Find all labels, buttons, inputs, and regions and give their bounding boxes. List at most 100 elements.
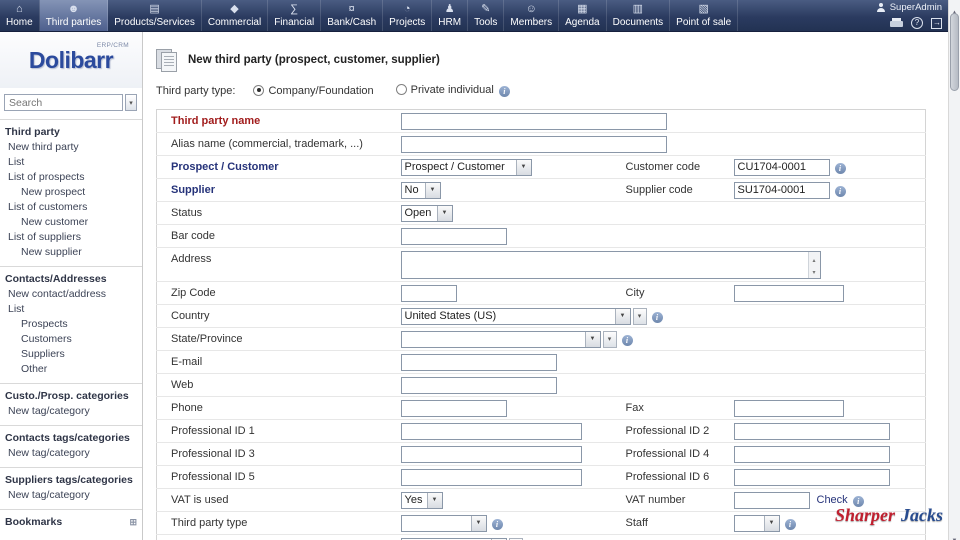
prof-id4-input[interactable] — [733, 445, 890, 463]
menu-header-bookmarks[interactable]: Bookmarks ⊞ — [0, 514, 142, 530]
sidebar-item-list-of-suppliers[interactable]: List of suppliers — [0, 230, 142, 245]
third-party-type-field-label: Third party type — [171, 517, 248, 529]
sidebar-item-new-supplier[interactable]: New supplier — [0, 245, 142, 260]
prof-id2-input[interactable] — [733, 422, 890, 440]
staff-select[interactable] — [733, 514, 780, 532]
info-icon[interactable] — [651, 311, 663, 323]
state-province-select[interactable] — [400, 330, 601, 348]
prof-id6-input[interactable] — [733, 468, 890, 486]
search-input[interactable] — [4, 94, 123, 111]
web-input[interactable] — [400, 376, 557, 394]
menu-header-contacts-addresses[interactable]: Contacts/Addresses — [0, 271, 142, 287]
third-party-type-select[interactable] — [400, 514, 487, 532]
sidebar-item-new-tag-category[interactable]: New tag/category — [0, 404, 142, 419]
tab-bank-cash[interactable]: ¤ Bank/Cash — [321, 0, 384, 31]
radio-button-checked[interactable] — [253, 84, 265, 96]
row-prof-id-5-6: Professional ID 5 Professional ID 6 — [156, 465, 926, 489]
sidebar-item-customers[interactable]: Customers — [0, 332, 142, 347]
sidebar-item-new-contact-address[interactable]: New contact/address — [0, 287, 142, 302]
menu-header-label: Contacts/Addresses — [5, 273, 107, 285]
chevron-down-icon — [426, 492, 442, 508]
tab-hrm[interactable]: ♟ HRM — [432, 0, 469, 31]
bookmarks-add-icon[interactable]: ⊞ — [129, 517, 137, 528]
tab-third-parties[interactable]: ☻ Third parties — [39, 0, 109, 31]
country-select[interactable]: United States (US) — [400, 307, 631, 325]
info-icon[interactable] — [784, 518, 796, 530]
tab-tools[interactable]: ✎ Tools — [468, 0, 505, 31]
address-textarea[interactable] — [400, 250, 821, 279]
textarea-scrollbar[interactable] — [807, 251, 820, 278]
bar-code-input[interactable] — [400, 227, 507, 245]
info-icon[interactable] — [621, 334, 633, 346]
sidebar-item-new-customer[interactable]: New customer — [0, 215, 142, 230]
sidebar-item-new-prospect[interactable]: New prospect — [0, 185, 142, 200]
sidebar-item-new-tag-category[interactable]: New tag/category — [0, 446, 142, 461]
scrollbar-down-icon[interactable] — [949, 529, 960, 539]
tab-products-services[interactable]: ▤ Products/Services — [108, 0, 202, 31]
state-combo-button[interactable] — [602, 330, 617, 348]
city-label: City — [625, 287, 645, 299]
tab-agenda[interactable]: ▦ Agenda — [559, 0, 607, 31]
supplier-select[interactable]: No — [400, 181, 441, 199]
row-third-party-type: Third party type Staff — [156, 511, 926, 535]
sidebar-item-list-of-prospects[interactable]: List of prospects — [0, 170, 142, 185]
menu-header-suppliers-tags-categories[interactable]: Suppliers tags/categories — [0, 472, 142, 488]
email-input[interactable] — [400, 353, 557, 371]
prof-id5-input[interactable] — [400, 468, 582, 486]
tab-financial[interactable]: ∑ Financial — [268, 0, 322, 31]
menu-header-contacts-tags-categories[interactable]: Contacts tags/categories — [0, 430, 142, 446]
sidebar-item-new-tag-category[interactable]: New tag/category — [0, 488, 142, 503]
zip-code-input[interactable] — [400, 284, 457, 302]
info-icon[interactable] — [498, 86, 510, 97]
vat-is-used-select[interactable]: Yes — [400, 491, 443, 509]
info-icon[interactable] — [834, 185, 846, 197]
tab-point-of-sale[interactable]: ▧ Point of sale — [670, 0, 739, 31]
sidebar-item-list[interactable]: List — [0, 155, 142, 170]
print-icon[interactable] — [890, 18, 903, 28]
vat-number-input[interactable] — [733, 491, 810, 509]
tab-home[interactable]: ⌂ Home — [0, 0, 40, 31]
fax-input[interactable] — [733, 399, 844, 417]
info-icon[interactable] — [834, 162, 846, 174]
alias-name-input[interactable] — [400, 135, 667, 153]
tab-commercial[interactable]: ◆ Commercial — [202, 0, 269, 31]
tab-members[interactable]: ☺ Members — [504, 0, 560, 31]
radio-button[interactable] — [395, 84, 407, 95]
supplier-code-input[interactable] — [733, 181, 830, 199]
tab-projects[interactable]: ◔ Projects — [383, 0, 433, 31]
radio-private-individual[interactable]: Private individual — [395, 84, 510, 97]
phone-input[interactable] — [400, 399, 507, 417]
tab-documents[interactable]: ▥ Documents — [607, 0, 671, 31]
logout-icon[interactable] — [931, 17, 942, 29]
scrollbar-up-icon[interactable] — [949, 1, 960, 11]
row-state: State/Province — [156, 327, 926, 351]
info-icon[interactable] — [491, 518, 503, 530]
sidebar-item-prospects[interactable]: Prospects — [0, 317, 142, 332]
country-combo-button[interactable] — [632, 307, 647, 325]
logged-user[interactable]: SuperAdmin — [877, 2, 942, 13]
status-select[interactable]: Open — [400, 204, 453, 222]
sidebar-item-list[interactable]: List — [0, 302, 142, 317]
chevron-down-icon — [584, 331, 600, 347]
city-input[interactable] — [733, 284, 844, 302]
menu-header-custo-prosp-categories[interactable]: Custo./Prosp. categories — [0, 388, 142, 404]
menu-header-third-party[interactable]: Third party — [0, 124, 142, 140]
help-icon[interactable] — [911, 17, 923, 29]
search-dropdown-button[interactable] — [125, 94, 137, 111]
prof-id1-input[interactable] — [400, 422, 582, 440]
third-party-name-input[interactable] — [400, 112, 667, 130]
prof-id3-input[interactable] — [400, 445, 582, 463]
prof-id2-label: Professional ID 2 — [625, 425, 710, 437]
sidebar-item-other[interactable]: Other — [0, 362, 142, 377]
sidebar-item-suppliers[interactable]: Suppliers — [0, 347, 142, 362]
customer-code-input[interactable] — [733, 158, 830, 176]
products-services-icon: ▤ — [149, 3, 160, 15]
prospect-customer-select[interactable]: Prospect / Customer — [400, 158, 532, 176]
radio-company-foundation[interactable]: Company/Foundation — [253, 84, 374, 97]
sidebar-item-list-of-customers[interactable]: List of customers — [0, 200, 142, 215]
logo-area[interactable]: Dolibarr ERP/CRM — [0, 32, 142, 88]
page-scrollbar[interactable] — [948, 0, 960, 540]
row-email: E-mail — [156, 350, 926, 374]
sidebar-item-new-third-party[interactable]: New third party — [0, 140, 142, 155]
scrollbar-thumb[interactable] — [950, 13, 959, 91]
